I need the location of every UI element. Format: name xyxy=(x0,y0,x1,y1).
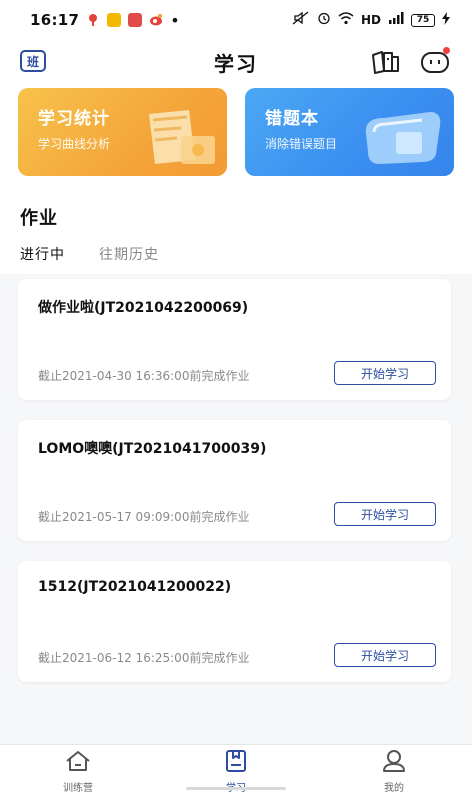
study-stats-card[interactable]: 学习统计 学习曲线分析 xyxy=(18,88,227,176)
mistake-book-card[interactable]: 错题本 消除错误题目 xyxy=(245,88,454,176)
homework-card[interactable]: 做作业啦(JT2021042200069) 截止2021-04-30 16:36… xyxy=(18,279,451,400)
study-stats-title: 学习统计 xyxy=(38,109,110,129)
status-left: 16:17 • xyxy=(30,11,180,30)
start-study-button[interactable]: 开始学习 xyxy=(334,502,436,526)
study-stats-subtitle: 学习曲线分析 xyxy=(38,137,111,151)
class-button[interactable]: 班 xyxy=(20,50,46,72)
signal-icon xyxy=(388,12,404,28)
status-time: 16:17 xyxy=(30,11,80,29)
message-icon[interactable] xyxy=(420,47,450,75)
nav-label: 我的 xyxy=(384,783,404,792)
nav-item-mine[interactable]: 我的 xyxy=(354,749,434,792)
homework-card[interactable]: 1512(JT2021041200022) 截止2021-06-12 16:25… xyxy=(18,561,451,682)
charging-icon xyxy=(442,11,450,29)
homework-section-title: 作业 xyxy=(20,208,58,229)
homework-title: 1512(JT2021041200022) xyxy=(38,579,232,595)
homework-tabs: 进行中 往期历史 xyxy=(20,244,159,264)
more-notifications-dot: • xyxy=(170,10,180,30)
study-icon xyxy=(224,749,248,777)
mute-icon xyxy=(292,11,310,29)
homework-deadline: 截止2021-04-30 16:36:00前完成作业 xyxy=(38,369,250,383)
network-type: HD xyxy=(360,13,381,27)
mistake-book-title: 错题本 xyxy=(265,109,319,129)
mistake-book-subtitle: 消除错误题目 xyxy=(265,137,338,151)
app-notification-icon xyxy=(107,13,122,27)
tab-history[interactable]: 往期历史 xyxy=(99,244,159,264)
nav-label: 训练营 xyxy=(63,783,93,792)
homework-deadline: 截止2021-06-12 16:25:00前完成作业 xyxy=(38,651,250,665)
weibo-icon xyxy=(149,13,163,27)
app-notification-icon xyxy=(128,13,143,27)
homework-title: LOMO噢噢(JT2021041700039) xyxy=(38,441,267,457)
homework-deadline: 截止2021-05-17 09:09:00前完成作业 xyxy=(38,510,250,524)
wifi-icon xyxy=(338,11,354,29)
page-title: 学习 xyxy=(214,51,258,76)
battery-indicator: 75 xyxy=(411,13,435,27)
nav-item-training-camp[interactable]: 训练营 xyxy=(38,749,118,792)
start-study-button[interactable]: 开始学习 xyxy=(334,643,436,667)
profile-icon xyxy=(381,749,407,777)
home-icon xyxy=(64,749,92,777)
nav-item-study[interactable]: 学习 xyxy=(196,749,276,792)
location-icon xyxy=(86,13,100,27)
top-section: 学习统计 学习曲线分析 错题本 消除错误题目 作业 进行中 往期历史 xyxy=(0,84,472,274)
homework-title: 做作业啦(JT2021042200069) xyxy=(38,300,249,316)
status-bar: 16:17 • HD 75 xyxy=(0,0,472,40)
book-icon[interactable] xyxy=(370,49,400,75)
nav-label: 学习 xyxy=(226,779,246,792)
unread-dot xyxy=(443,47,450,54)
start-study-button[interactable]: 开始学习 xyxy=(334,361,436,385)
bottom-navigation: 训练营 学习 我的 xyxy=(0,744,472,792)
app-header: 班 学习 xyxy=(0,40,472,84)
homework-card[interactable]: LOMO噢噢(JT2021041700039) 截止2021-05-17 09:… xyxy=(18,420,451,541)
status-right: HD 75 xyxy=(292,11,450,29)
home-indicator[interactable] xyxy=(186,787,286,790)
tab-in-progress[interactable]: 进行中 xyxy=(20,244,65,264)
alarm-icon xyxy=(317,11,331,29)
